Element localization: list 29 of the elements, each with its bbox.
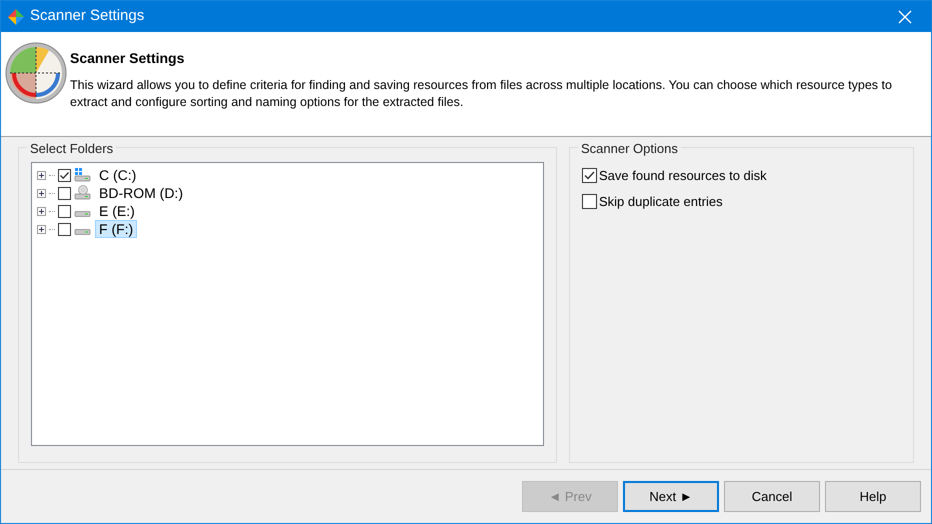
tree-item[interactable]: BD-ROM (D:): [95, 184, 187, 202]
tree-item[interactable]: E (E:): [95, 202, 139, 220]
tree-checkbox[interactable]: [58, 204, 71, 218]
window-title: Scanner Settings: [30, 6, 144, 26]
tree-item[interactable]: F (F:): [95, 220, 138, 238]
tree-checkbox[interactable]: [58, 186, 71, 200]
checkbox-label: Save found resources to disk: [599, 167, 767, 185]
header-description: This wizard allows you to define criteria for finding and saving resources from files across multiple locations. You can choose which resource types to extract and configure sorting and naming options for the extracted files.: [70, 77, 893, 111]
drive-icon: [74, 229, 92, 235]
tree-item[interactable]: C (C:): [95, 166, 140, 184]
wizard-button[interactable]: Help: [825, 481, 921, 512]
drive-icon: [74, 211, 92, 217]
close-icon: [898, 10, 912, 24]
wizard-button[interactable]: Cancel: [724, 481, 820, 512]
checkbox[interactable]: [582, 168, 597, 184]
drive-icon: [74, 167, 92, 183]
wizard-button[interactable]: Next ►: [623, 481, 719, 512]
disc-drive-icon: [74, 185, 92, 201]
header-title: Scanner Settings: [70, 49, 186, 68]
expand-icon[interactable]: [37, 224, 46, 234]
tree-checkbox[interactable]: [58, 168, 71, 182]
checkbox[interactable]: [582, 194, 597, 209]
radar-chart-icon: [4, 42, 66, 104]
expand-icon[interactable]: [37, 170, 46, 180]
checkbox-label: Skip duplicate entries: [599, 192, 723, 211]
app-logo-icon: [7, 8, 25, 26]
tree-checkbox[interactable]: [58, 222, 71, 236]
expand-icon[interactable]: [37, 188, 46, 198]
expand-icon[interactable]: [37, 206, 46, 216]
